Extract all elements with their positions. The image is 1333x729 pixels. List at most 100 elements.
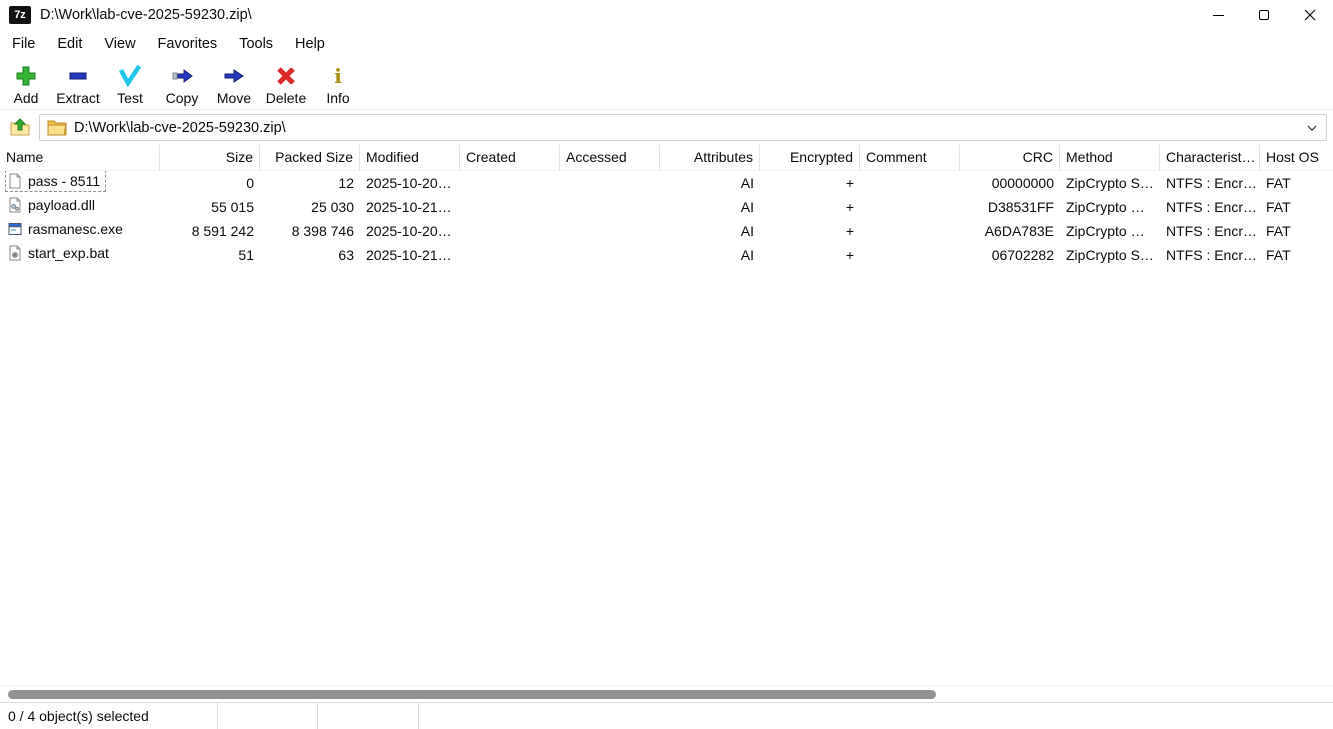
cell-modified: 2025-10-20… xyxy=(366,175,452,191)
svg-text:i: i xyxy=(334,65,342,87)
menu-help[interactable]: Help xyxy=(284,33,336,55)
copy-icon xyxy=(171,63,193,89)
cell-accessed xyxy=(560,219,660,243)
file-name-wrap[interactable]: start_exp.bat xyxy=(6,243,114,263)
column-header-encrypted[interactable]: Encrypted xyxy=(760,145,860,171)
horizontal-scrollbar[interactable] xyxy=(0,685,1333,702)
file-name-wrap[interactable]: pass - 8511 xyxy=(4,171,107,192)
toolbar: Add Extract Test Copy Move Delete i Info xyxy=(0,58,1333,110)
cell-comment xyxy=(860,219,960,243)
exe-file-icon xyxy=(7,221,23,237)
column-header-label: Name xyxy=(6,148,44,165)
delete-button[interactable]: Delete xyxy=(260,63,312,106)
column-header-created[interactable]: Created xyxy=(460,145,560,171)
file-name-wrap[interactable]: rasmanesc.exe xyxy=(6,219,128,239)
column-header-characteristics[interactable]: Characterist… xyxy=(1160,145,1260,171)
menu-file[interactable]: File xyxy=(1,33,46,55)
add-icon xyxy=(15,63,37,89)
cell-modified: 2025-10-20… xyxy=(366,223,452,239)
file-row[interactable]: pass - 8511 0 12 2025-10-20… AI +00000000 ZipC… xyxy=(0,171,1333,195)
cell-created xyxy=(460,243,560,267)
cell-method: ZipCrypto S… xyxy=(1066,247,1154,263)
cell-name: start_exp.bat xyxy=(0,243,160,267)
cell-host_os: FAT xyxy=(1266,247,1291,263)
column-header-crc[interactable]: CRC xyxy=(960,145,1060,171)
cell-encrypted: + xyxy=(845,199,854,215)
minimize-icon xyxy=(1212,14,1224,16)
cell-host_os: FAT xyxy=(1266,175,1291,191)
selection-status: 0 / 4 object(s) selected xyxy=(8,708,149,724)
cell-attributes: AI xyxy=(740,223,754,239)
file-list: Name Size Packed Size Modified Created Access… xyxy=(0,145,1333,267)
status-pane-3 xyxy=(318,703,419,729)
dll-file-icon xyxy=(7,197,23,213)
menu-bar: File Edit View Favorites Tools Help xyxy=(0,30,1333,58)
status-pane-4 xyxy=(419,703,1333,729)
cell-accessed xyxy=(560,171,660,195)
column-header-packed_size[interactable]: Packed Size xyxy=(260,145,360,171)
column-header-comment[interactable]: Comment xyxy=(860,145,960,171)
menu-view[interactable]: View xyxy=(93,33,146,55)
column-header-modified[interactable]: Modified xyxy=(360,145,460,171)
file-row[interactable]: rasmanesc.exe 8 591 242 8 398 746 2025-10-2… xyxy=(0,219,1333,243)
address-bar: D:\Work\lab-cve-2025-59230.zip\ xyxy=(0,110,1333,145)
cell-method: ZipCrypto … xyxy=(1066,199,1145,215)
window-title: D:\Work\lab-cve-2025-59230.zip\ xyxy=(40,7,252,23)
test-button[interactable]: Test xyxy=(104,63,156,106)
cell-created xyxy=(460,171,560,195)
cell-modified: 2025-10-21… xyxy=(366,247,452,263)
cell-attributes: AI xyxy=(740,247,754,263)
title-bar[interactable]: 7z D:\Work\lab-cve-2025-59230.zip\ xyxy=(0,0,1333,30)
cell-attributes: AI xyxy=(740,199,754,215)
folder-icon xyxy=(47,120,67,136)
column-header-name[interactable]: Name xyxy=(0,145,160,171)
column-header-attributes[interactable]: Attributes xyxy=(660,145,760,171)
column-header-label: Characterist… xyxy=(1166,148,1256,165)
info-icon: i xyxy=(327,63,349,89)
chevron-down-icon[interactable] xyxy=(1304,120,1320,136)
minimize-button[interactable] xyxy=(1195,0,1241,30)
add-button[interactable]: Add xyxy=(0,63,52,106)
status-bar: 0 / 4 object(s) selected xyxy=(0,702,1333,729)
file-row[interactable]: payload.dll 55 015 25 030 2025-10-21… AI + D38… xyxy=(0,195,1333,219)
file-name-wrap[interactable]: payload.dll xyxy=(6,195,100,215)
column-header-label: Packed Size xyxy=(275,148,353,165)
file-row[interactable]: start_exp.bat 51 63 2025-10-21… AI +06702282 Z… xyxy=(0,243,1333,267)
scrollbar-thumb[interactable] xyxy=(8,690,936,699)
toolbar-label: Move xyxy=(216,90,252,106)
status-pane-2 xyxy=(218,703,318,729)
column-header-accessed[interactable]: Accessed xyxy=(560,145,660,171)
copy-button[interactable]: Copy xyxy=(156,63,208,106)
up-level-button[interactable] xyxy=(8,116,32,140)
list-rows: pass - 8511 0 12 2025-10-20… AI +00000000 ZipC… xyxy=(0,171,1333,267)
column-header-method[interactable]: Method xyxy=(1060,145,1160,171)
cell-characteristics: NTFS : Encr… xyxy=(1166,199,1258,215)
column-header-host_os[interactable]: Host OS xyxy=(1260,145,1333,171)
extract-button[interactable]: Extract xyxy=(52,63,104,106)
cell-name: pass - 8511 xyxy=(0,171,160,195)
maximize-button[interactable] xyxy=(1241,0,1287,30)
cell-encrypted: + xyxy=(845,223,854,239)
move-button[interactable]: Move xyxy=(208,63,260,106)
column-header-label: Modified xyxy=(366,148,419,165)
cell-encrypted: + xyxy=(845,175,854,191)
column-header-label: Method xyxy=(1066,148,1113,165)
test-icon xyxy=(119,63,141,89)
menu-tools[interactable]: Tools xyxy=(228,33,284,55)
toolbar-label: Add xyxy=(13,90,39,106)
path-combobox[interactable]: D:\Work\lab-cve-2025-59230.zip\ xyxy=(39,114,1327,141)
menu-edit[interactable]: Edit xyxy=(46,33,93,55)
file-name-label: rasmanesc.exe xyxy=(28,221,123,237)
cell-comment xyxy=(860,171,960,195)
cell-size: 55 015 xyxy=(211,199,254,215)
column-header-label: Attributes xyxy=(693,148,753,165)
toolbar-label: Info xyxy=(326,90,350,106)
toolbar-label: Extract xyxy=(56,90,100,106)
menu-favorites[interactable]: Favorites xyxy=(147,33,229,55)
info-button[interactable]: i Info xyxy=(312,63,364,106)
cell-packed_size: 25 030 xyxy=(311,199,354,215)
cell-crc: D38531FF xyxy=(987,199,1054,215)
column-header-size[interactable]: Size xyxy=(160,145,260,171)
cell-name: payload.dll xyxy=(0,195,160,219)
close-button[interactable] xyxy=(1287,0,1333,30)
